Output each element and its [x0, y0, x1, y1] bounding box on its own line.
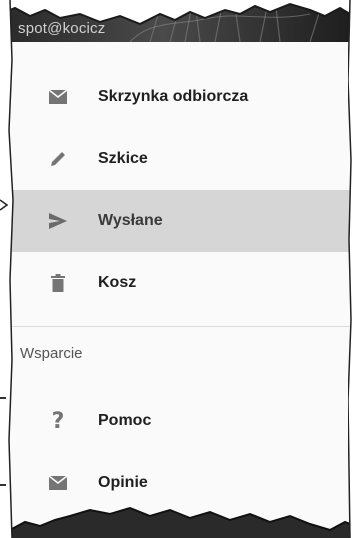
- pencil-icon: [46, 147, 70, 171]
- menu-item-label: Wysłane: [98, 212, 163, 229]
- help-icon: ?: [51, 408, 65, 434]
- section-title-support: Wsparcie: [20, 345, 83, 362]
- menu-item-label: Pomoc: [98, 412, 152, 429]
- menu-item-label: Opinie: [98, 474, 148, 491]
- menu-item-sent[interactable]: Wysłane: [10, 190, 350, 252]
- menu-item-feedback[interactable]: Opinie: [10, 452, 350, 514]
- drawer-header: spot@kocicz: [10, 0, 350, 42]
- menu-item-trash[interactable]: Kosz: [10, 252, 350, 314]
- feedback-icon: [46, 471, 70, 495]
- primary-menu: Skrzynka odbiorcza Szkice Wysłane Kosz: [10, 66, 350, 314]
- edge-tick-mark: [0, 397, 6, 399]
- menu-divider: [10, 326, 350, 327]
- menu-item-label: Skrzynka odbiorcza: [98, 88, 249, 105]
- inbox-icon: [46, 85, 70, 109]
- menu-item-label: Szkice: [98, 150, 148, 167]
- menu-item-drafts[interactable]: Szkice: [10, 128, 350, 190]
- account-email: spot@kocicz: [18, 20, 106, 37]
- trash-icon: [46, 271, 70, 295]
- menu-item-help[interactable]: ? Pomoc: [10, 390, 350, 452]
- support-menu: ? Pomoc Opinie: [10, 390, 350, 514]
- send-icon: [46, 209, 70, 233]
- edge-tick-mark: [0, 484, 6, 486]
- navigation-drawer: spot@kocicz Skrzynka odbiorcza Szkice Wy…: [10, 0, 350, 538]
- menu-item-inbox[interactable]: Skrzynka odbiorcza: [10, 66, 350, 128]
- menu-item-label: Kosz: [98, 274, 137, 291]
- pointer-arrow-icon: [0, 199, 8, 211]
